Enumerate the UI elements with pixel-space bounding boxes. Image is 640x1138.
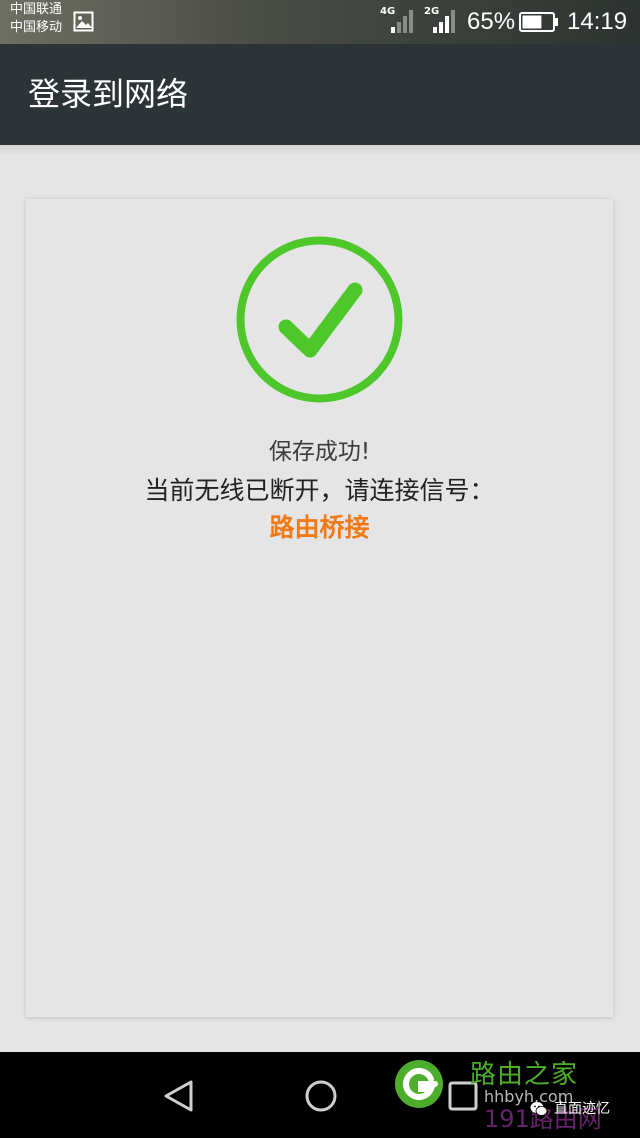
disconnect-message: 当前无线已断开，请连接信号： xyxy=(144,476,495,505)
site-logo-icon xyxy=(395,1060,443,1108)
clock: 14:19 xyxy=(567,8,628,35)
app-bar: 登录到网络 xyxy=(0,44,640,145)
carrier-label-2: 中国移动 xyxy=(10,20,63,35)
back-triangle-icon[interactable] xyxy=(160,1076,200,1116)
signal-strength-icon-1 xyxy=(391,10,413,33)
gallery-notification-icon xyxy=(73,11,94,32)
check-circle-icon xyxy=(236,236,403,403)
status-bar: 中国联通 中国移动 4G 2G 65% 14:19 xyxy=(0,0,640,44)
watermark-site-name: 路由之家 xyxy=(470,1060,579,1090)
ssid-name: 路由桥接 xyxy=(269,513,370,542)
battery-percent: 65% xyxy=(467,8,516,35)
app-bar-shadow xyxy=(0,145,640,155)
wechat-icon xyxy=(530,1102,548,1116)
watermark-account: 直面迹忆 xyxy=(530,1097,634,1123)
watermark-account-name: 直面迹忆 xyxy=(554,1101,610,1117)
home-circle-icon[interactable] xyxy=(301,1076,341,1116)
signal-strength-icon-2 xyxy=(433,10,455,33)
carrier-label-1: 中国联通 xyxy=(10,2,63,17)
page-title: 登录到网络 xyxy=(28,75,189,113)
success-message: 保存成功! xyxy=(268,439,371,465)
battery-icon xyxy=(519,12,558,32)
result-card: 保存成功! 当前无线已断开，请连接信号： 路由桥接 xyxy=(26,199,613,1017)
